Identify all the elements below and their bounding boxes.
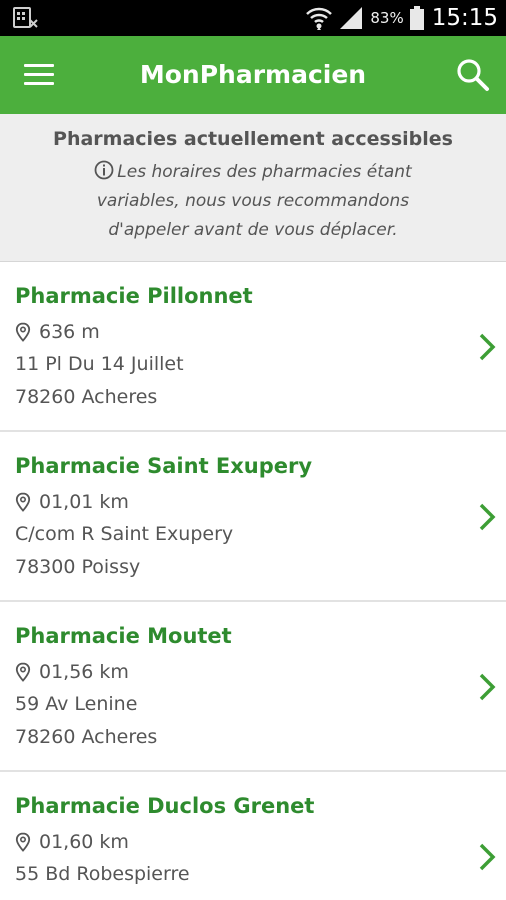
status-bar: 83% 15:15 — [0, 0, 506, 36]
battery-icon — [409, 6, 424, 30]
distance-row: 01,60 km — [15, 830, 129, 854]
pharmacy-address: 11 Pl Du 14 Juillet — [15, 353, 184, 375]
clock: 15:15 — [431, 5, 498, 31]
pharmacy-city: 78300 Poissy — [15, 556, 141, 578]
pharmacy-address: C/com R Saint Exupery — [15, 523, 234, 545]
notice-banner: Pharmacies actuellement accessibles Les … — [0, 114, 506, 262]
sim-icon — [13, 7, 38, 28]
menu-button[interactable] — [18, 58, 58, 92]
list-item[interactable]: Pharmacie Duclos Grenet 01,60 km 55 Bd R… — [0, 772, 506, 900]
distance-row: 01,56 km — [15, 660, 129, 684]
app-title: MonPharmacien — [139, 60, 367, 89]
chevron-right-icon — [479, 503, 496, 531]
location-pin-icon — [15, 662, 31, 682]
pharmacy-name: Pharmacie Pillonnet — [15, 284, 253, 308]
signal-icon — [340, 7, 363, 29]
notice-text: Les horaires des pharmacies étant variab… — [96, 162, 412, 240]
pharmacy-distance: 01,60 km — [39, 831, 129, 853]
pharmacy-distance: 01,56 km — [39, 661, 129, 683]
battery-percent: 83% — [370, 9, 404, 27]
distance-row: 636 m — [15, 320, 100, 344]
location-pin-icon — [15, 832, 31, 852]
distance-row: 01,01 km — [15, 490, 129, 514]
pharmacy-list: Pharmacie Pillonnet 636 m 11 Pl Du 14 Ju… — [0, 262, 506, 900]
chevron-right-icon — [479, 673, 496, 701]
chevron-right-icon — [479, 843, 496, 871]
pharmacy-address: 59 Av Lenine — [15, 693, 138, 715]
chevron-right-icon — [479, 333, 496, 361]
pharmacy-distance: 636 m — [39, 321, 100, 343]
wifi-icon — [306, 7, 333, 30]
list-item[interactable]: Pharmacie Saint Exupery 01,01 km C/com R… — [0, 432, 506, 602]
notice-body: Les horaires des pharmacies étant variab… — [73, 158, 433, 245]
menu-icon-bar — [24, 73, 54, 76]
pharmacy-name: Pharmacie Moutet — [15, 624, 232, 648]
pharmacy-city: 78260 Acheres — [15, 726, 158, 748]
pharmacy-name: Pharmacie Saint Exupery — [15, 454, 313, 478]
list-item[interactable]: Pharmacie Moutet 01,56 km 59 Av Lenine 7… — [0, 602, 506, 772]
list-item[interactable]: Pharmacie Pillonnet 636 m 11 Pl Du 14 Ju… — [0, 262, 506, 432]
search-icon[interactable] — [454, 56, 492, 94]
menu-icon-bar — [24, 82, 54, 85]
menu-icon — [24, 64, 54, 67]
notice-title: Pharmacies actuellement accessibles — [53, 128, 453, 150]
app-bar: MonPharmacien — [0, 36, 506, 114]
location-pin-icon — [15, 492, 31, 512]
pharmacy-distance: 01,01 km — [39, 491, 129, 513]
pharmacy-city: 78260 Acheres — [15, 386, 158, 408]
pharmacy-name: Pharmacie Duclos Grenet — [15, 794, 315, 818]
location-pin-icon — [15, 322, 31, 342]
pharmacy-address: 55 Bd Robespierre — [15, 863, 190, 885]
info-icon — [94, 160, 114, 180]
